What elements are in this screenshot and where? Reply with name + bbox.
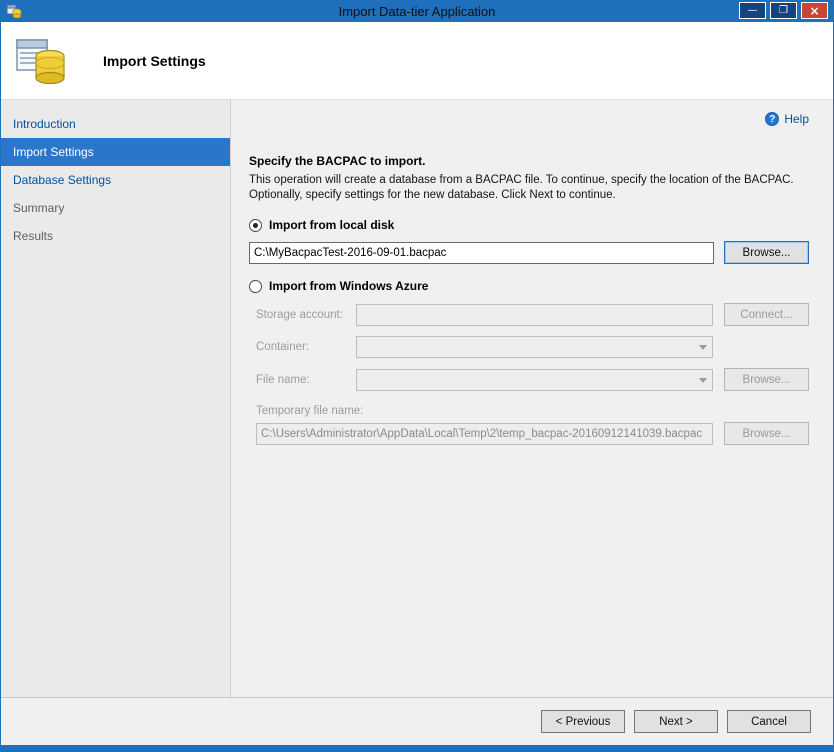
sidebar-item-summary: Summary: [1, 194, 230, 222]
window-controls: — ❐ ×: [739, 2, 828, 19]
container-label: Container:: [256, 341, 356, 353]
container-combobox: [356, 336, 713, 358]
wizard-steps-sidebar: Introduction Import Settings Database Se…: [1, 100, 231, 697]
sidebar-item-database-settings[interactable]: Database Settings: [1, 166, 230, 194]
import-local-disk-radio[interactable]: [249, 219, 262, 232]
minimize-button[interactable]: —: [739, 2, 766, 19]
import-local-disk-option: Import from local disk: [249, 218, 809, 232]
temporary-file-row: Browse...: [256, 422, 809, 445]
bacpac-path-input[interactable]: [249, 242, 714, 264]
section-description: This operation will create a database fr…: [249, 173, 809, 203]
import-azure-label: Import from Windows Azure: [269, 279, 428, 293]
storage-account-row: Storage account: Connect...: [256, 303, 809, 326]
bacpac-path-row: Browse...: [249, 241, 809, 264]
import-azure-radio[interactable]: [249, 280, 262, 293]
file-name-row: File name: Browse...: [256, 368, 809, 391]
page-title: Import Settings: [103, 53, 206, 69]
sidebar-item-results: Results: [1, 222, 230, 250]
next-button[interactable]: Next >: [634, 710, 718, 733]
container-row: Container:: [256, 336, 809, 358]
wizard-footer: < Previous Next > Cancel: [1, 697, 833, 745]
sidebar-item-introduction[interactable]: Introduction: [1, 110, 230, 138]
temporary-file-name-label: Temporary file name:: [256, 405, 809, 417]
window-title: Import Data-tier Application: [1, 4, 833, 19]
browse-temp-file-button: Browse...: [724, 422, 809, 445]
section-heading: Specify the BACPAC to import.: [249, 154, 809, 168]
import-settings-icon: [15, 36, 67, 86]
wizard-header: Import Settings: [1, 22, 833, 100]
help-link[interactable]: Help: [784, 112, 809, 126]
titlebar: Import Data-tier Application — ❐ ×: [1, 0, 833, 22]
chevron-down-icon: [699, 378, 707, 383]
previous-button[interactable]: < Previous: [541, 710, 625, 733]
import-data-tier-application-window: Import Data-tier Application — ❐ × Impor…: [0, 0, 834, 752]
sidebar-item-import-settings[interactable]: Import Settings: [1, 138, 230, 166]
storage-account-input: [356, 304, 713, 326]
chevron-down-icon: [699, 345, 707, 350]
browse-azure-file-button: Browse...: [724, 368, 809, 391]
import-local-disk-label: Import from local disk: [269, 218, 394, 232]
close-button[interactable]: ×: [801, 2, 828, 19]
temporary-file-input: [256, 423, 713, 445]
connect-button: Connect...: [724, 303, 809, 326]
wizard-body: Introduction Import Settings Database Se…: [1, 100, 833, 697]
help-row: ? Help: [249, 110, 809, 128]
cancel-button[interactable]: Cancel: [727, 710, 811, 733]
browse-local-button[interactable]: Browse...: [724, 241, 809, 264]
import-azure-option: Import from Windows Azure: [249, 279, 809, 293]
help-icon: ?: [765, 112, 779, 126]
file-name-label: File name:: [256, 374, 356, 386]
maximize-button[interactable]: ❐: [770, 2, 797, 19]
file-name-combobox: [356, 369, 713, 391]
storage-account-label: Storage account:: [256, 309, 356, 321]
import-settings-panel: ? Help Specify the BACPAC to import. Thi…: [231, 100, 833, 697]
